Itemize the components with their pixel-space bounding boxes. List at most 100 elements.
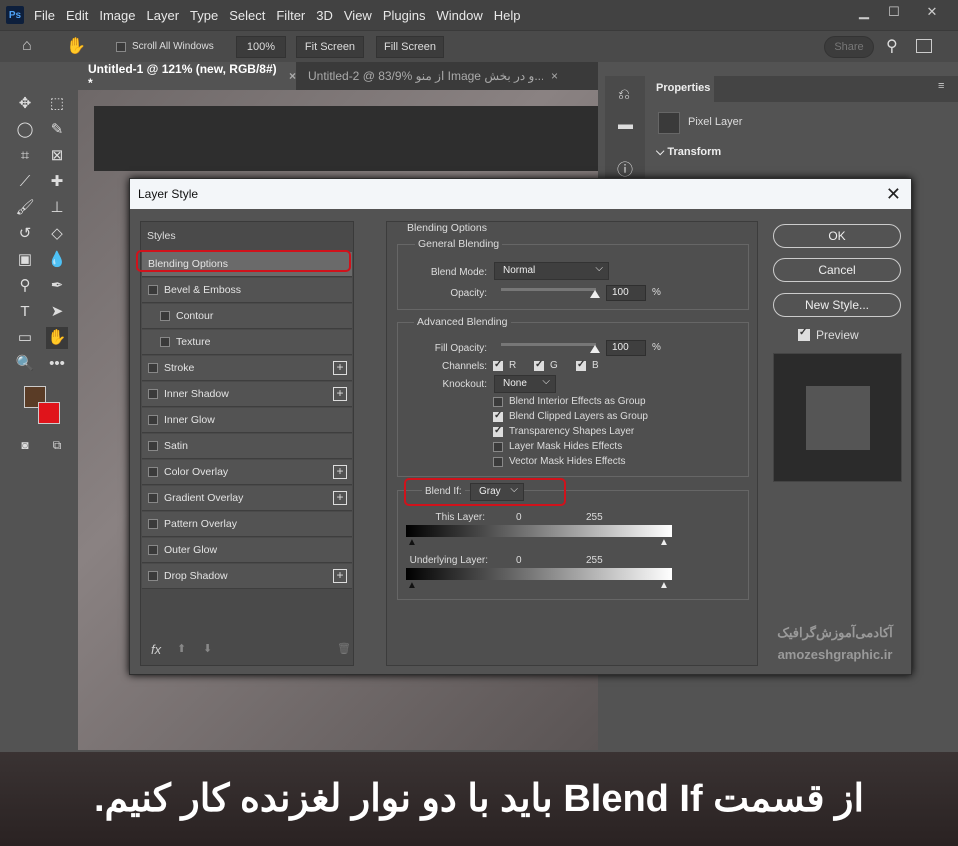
share-button[interactable]: Share <box>824 36 874 58</box>
pen-tool-icon[interactable]: ✒ <box>46 275 68 297</box>
hand-tool-icon[interactable]: ✋ <box>46 327 68 349</box>
style-row[interactable]: Satin <box>142 434 352 459</box>
style-checkbox[interactable] <box>148 467 158 477</box>
path-select-icon[interactable]: ➤ <box>46 301 68 323</box>
quick-mask-icon[interactable]: ◙ <box>14 434 36 456</box>
menu-select[interactable]: Select <box>229 8 265 23</box>
channel-b-checkbox[interactable]: B <box>576 359 599 371</box>
style-checkbox[interactable] <box>148 363 158 373</box>
style-checkbox[interactable] <box>148 441 158 451</box>
this-layer-black-slider[interactable]: ▲ <box>407 538 417 548</box>
maximize-icon[interactable]: ☐ <box>880 4 908 24</box>
screen-mode-icon[interactable]: ⧉ <box>46 434 68 456</box>
menu-3d[interactable]: 3D <box>316 8 333 23</box>
eraser-tool-icon[interactable]: ◇ <box>46 223 68 245</box>
transform-section[interactable]: ⌵ Transform <box>656 146 721 159</box>
style-row[interactable]: Inner Shadow + <box>142 382 352 407</box>
advanced-option-checkbox[interactable]: Transparency Shapes Layer <box>493 425 634 437</box>
style-checkbox[interactable] <box>148 285 158 295</box>
move-down-icon[interactable]: ⬇ <box>203 642 212 655</box>
menu-edit[interactable]: Edit <box>66 8 88 23</box>
close-tab-icon[interactable]: × <box>289 69 296 83</box>
blend-mode-select[interactable]: Normal <box>494 262 609 280</box>
style-checkbox[interactable] <box>148 415 158 425</box>
style-row[interactable]: Outer Glow <box>142 538 352 563</box>
style-row[interactable]: Contour <box>142 304 352 329</box>
type-tool-icon[interactable]: T <box>14 301 36 323</box>
fit-screen-button[interactable]: Fit Screen <box>296 36 364 58</box>
menu-plugins[interactable]: Plugins <box>383 8 426 23</box>
style-row[interactable]: Stroke + <box>142 356 352 381</box>
menu-window[interactable]: Window <box>436 8 482 23</box>
style-checkbox[interactable] <box>148 545 158 555</box>
style-checkbox[interactable] <box>148 571 158 581</box>
style-row[interactable]: Color Overlay + <box>142 460 352 485</box>
zoom-tool-icon[interactable]: 🔍 <box>14 353 36 375</box>
advanced-option-checkbox[interactable]: Layer Mask Hides Effects <box>493 441 622 452</box>
eyedropper-icon[interactable]: ⟋ <box>14 171 36 193</box>
fill-opacity-slider[interactable] <box>501 343 596 346</box>
preview-checkbox[interactable]: Preview <box>798 327 859 342</box>
stamp-tool-icon[interactable]: ⊥ <box>46 197 68 219</box>
style-checkbox[interactable] <box>148 493 158 503</box>
channel-r-checkbox[interactable]: R <box>493 359 516 371</box>
close-icon[interactable]: ✕ <box>918 4 946 24</box>
styles-header[interactable]: Styles <box>147 230 176 242</box>
panel-menu-icon[interactable]: ≡ <box>938 80 944 92</box>
background-color-swatch[interactable] <box>38 402 60 424</box>
close-icon[interactable]: ✕ <box>886 184 901 205</box>
add-style-icon[interactable]: + <box>333 465 347 479</box>
blur-tool-icon[interactable]: 💧 <box>46 249 68 271</box>
rectangle-tool-icon[interactable]: ▭ <box>14 327 36 349</box>
scroll-all-windows-checkbox[interactable]: Scroll All Windows <box>116 41 214 52</box>
add-style-icon[interactable]: + <box>333 387 347 401</box>
style-row[interactable]: Bevel & Emboss <box>142 278 352 303</box>
minimize-icon[interactable]: ▁ <box>850 4 878 24</box>
tab-untitled-2[interactable]: Untitled-2 @ 83/9% از منو Image و در بخش… <box>298 62 568 90</box>
more-tools-icon[interactable]: ••• <box>46 353 68 375</box>
channel-g-checkbox[interactable]: G <box>534 359 558 371</box>
fill-opacity-slider-thumb[interactable] <box>590 345 600 353</box>
menu-view[interactable]: View <box>344 8 372 23</box>
underlying-black-slider[interactable]: ▲ <box>407 581 417 591</box>
lasso-tool-icon[interactable]: ◯ <box>14 119 36 141</box>
menu-file[interactable]: File <box>34 8 55 23</box>
fill-opacity-input[interactable]: 100 <box>606 340 646 356</box>
gradient-tool-icon[interactable]: ▣ <box>14 249 36 271</box>
style-row[interactable]: Texture <box>142 330 352 355</box>
info-icon[interactable]: ⓘ <box>617 156 633 180</box>
advanced-option-checkbox[interactable]: Blend Clipped Layers as Group <box>493 410 648 422</box>
home-icon[interactable]: ⌂ <box>22 37 32 55</box>
search-icon[interactable]: ⚲ <box>886 36 898 56</box>
new-style-button[interactable]: New Style... <box>773 293 901 317</box>
hand-tool-icon[interactable]: ✋ <box>66 36 86 56</box>
marquee-tool-icon[interactable]: ⬚ <box>46 93 68 115</box>
advanced-option-checkbox[interactable]: Vector Mask Hides Effects <box>493 456 626 467</box>
workspace-icon[interactable] <box>916 39 932 53</box>
underlying-white-slider[interactable]: ▲ <box>659 581 669 591</box>
menu-type[interactable]: Type <box>190 8 218 23</box>
menu-help[interactable]: Help <box>494 8 521 23</box>
move-tool-icon[interactable]: ✥ <box>14 93 36 115</box>
add-style-icon[interactable]: + <box>333 569 347 583</box>
advanced-option-checkbox[interactable]: Blend Interior Effects as Group <box>493 396 646 407</box>
opacity-slider-thumb[interactable] <box>590 290 600 298</box>
close-tab-icon[interactable]: × <box>551 69 558 83</box>
style-row[interactable]: Drop Shadow + <box>142 564 352 589</box>
trash-icon[interactable]: 🗑 <box>337 642 351 655</box>
cancel-button[interactable]: Cancel <box>773 258 901 282</box>
comment-icon[interactable]: ▬ <box>618 116 633 133</box>
style-checkbox[interactable] <box>148 519 158 529</box>
knockout-select[interactable]: None <box>494 375 556 393</box>
add-style-icon[interactable]: + <box>333 491 347 505</box>
properties-tab[interactable]: Properties <box>648 76 714 102</box>
tab-untitled-1[interactable]: Untitled-1 @ 121% (new, RGB/8#) * × <box>78 62 296 90</box>
menu-filter[interactable]: Filter <box>276 8 305 23</box>
history-icon[interactable]: ⎌ <box>618 86 630 103</box>
this-layer-white-slider[interactable]: ▲ <box>659 538 669 548</box>
ok-button[interactable]: OK <box>773 224 901 248</box>
dodge-tool-icon[interactable]: ⚲ <box>14 275 36 297</box>
style-checkbox[interactable] <box>160 311 170 321</box>
style-row[interactable]: Pattern Overlay <box>142 512 352 537</box>
style-checkbox[interactable] <box>160 337 170 347</box>
